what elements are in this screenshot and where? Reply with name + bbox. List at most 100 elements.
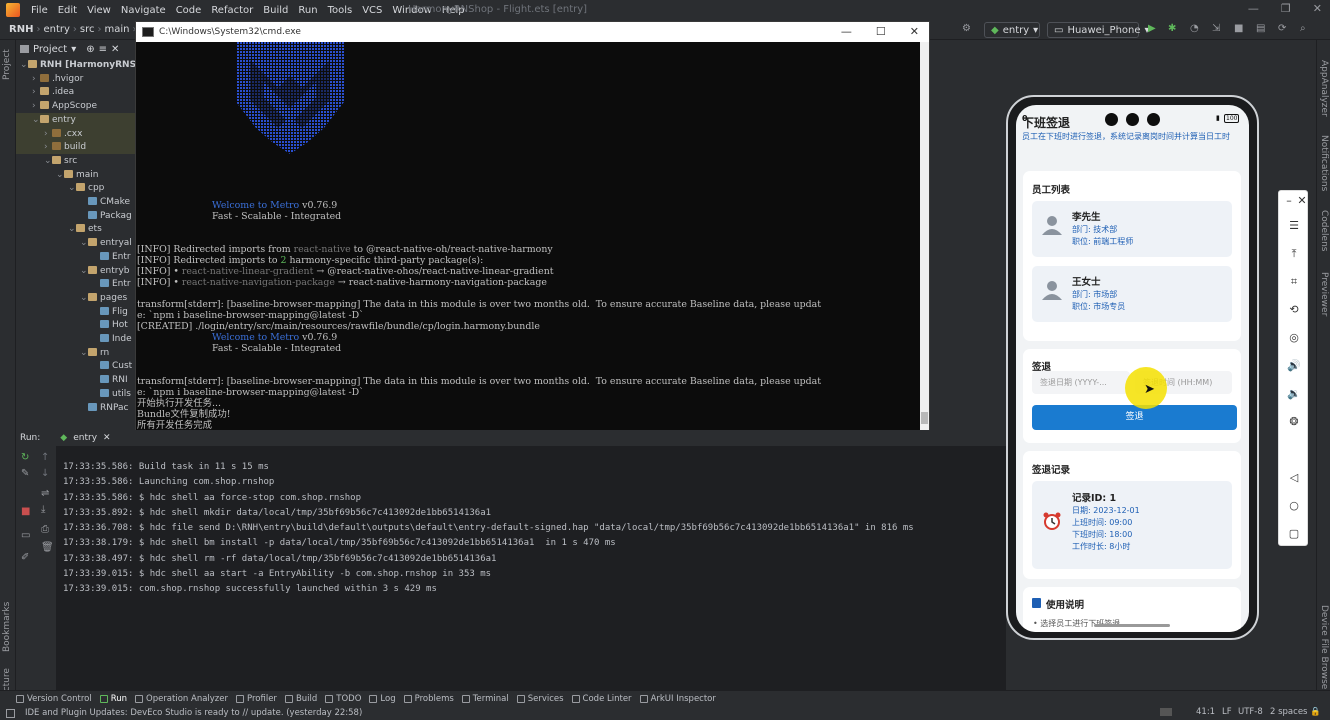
run-config-select[interactable]: ◆ entry ▾ — [984, 22, 1040, 38]
project-tree-item[interactable]: › .idea — [16, 85, 136, 99]
wrench-icon[interactable]: ✎ — [21, 468, 29, 479]
expand-arrow-icon[interactable]: › — [32, 85, 40, 99]
sign-out-button[interactable]: 签退 — [1032, 405, 1237, 430]
rotate-icon[interactable]: ⤒ — [1287, 247, 1301, 261]
expand-arrow-icon[interactable]: ⌄ — [56, 168, 64, 182]
menu-view[interactable]: View — [82, 5, 116, 16]
project-tree-item[interactable]: ⌄ main — [16, 168, 136, 182]
menu-file[interactable]: File — [26, 5, 53, 16]
project-tree-item[interactable]: RNI — [16, 373, 136, 387]
expand-arrow-icon[interactable]: › — [32, 99, 40, 113]
rerun-icon[interactable]: ↻ — [21, 452, 29, 463]
project-tree-item[interactable]: ⌄ src — [16, 154, 136, 168]
cmd-close-icon[interactable]: ✕ — [910, 25, 919, 38]
scroll-up-icon[interactable]: ↑ — [41, 452, 49, 463]
expand-arrow-icon[interactable]: ⌄ — [68, 181, 76, 195]
cursor-position[interactable]: 41:1 — [1196, 707, 1215, 717]
menu-code[interactable]: Code — [171, 5, 207, 16]
project-tree-item[interactable]: ⌄ entry — [16, 112, 136, 127]
attach-icon[interactable]: ⇲ — [1212, 23, 1220, 34]
project-tree-item[interactable]: ⌄ RNH [HarmonyRNSho — [16, 58, 136, 72]
back-icon[interactable]: ◁ — [1287, 471, 1301, 485]
device-manager-icon[interactable]: ▤ — [1256, 23, 1265, 34]
project-tree-item[interactable]: ⌄ pages — [16, 291, 136, 305]
scroll-down-icon[interactable]: ↓ — [41, 468, 49, 479]
project-tree-item[interactable]: Inde — [16, 332, 136, 346]
expand-arrow-icon[interactable]: ⌄ — [44, 154, 52, 168]
sync-icon[interactable]: ⟳ — [1278, 23, 1286, 34]
expand-arrow-icon[interactable]: ⌄ — [80, 264, 88, 278]
volume-up-icon[interactable]: 🔊 — [1287, 359, 1301, 373]
project-tree-item[interactable]: Packag — [16, 209, 136, 223]
rotate-screen-icon[interactable]: ⟲ — [1287, 303, 1301, 317]
breadcrumb-root[interactable]: RNH — [6, 24, 36, 35]
project-tree-item[interactable]: ⌄ entryb — [16, 264, 136, 278]
menu-run[interactable]: Run — [293, 5, 322, 16]
cmd-window[interactable]: C:\Windows\System32\cmd.exe — ☐ ✕ Welcom… — [135, 21, 930, 437]
expand-arrow-icon[interactable]: ⌄ — [20, 58, 28, 72]
close-icon[interactable]: ✕ — [1313, 2, 1322, 15]
tab-todo[interactable]: TODO — [325, 694, 361, 704]
expand-arrow-icon[interactable]: › — [44, 140, 52, 154]
expand-arrow-icon[interactable]: › — [44, 127, 52, 141]
employee-item[interactable]: 王女士 部门: 市场部 职位: 市场专员 — [1032, 266, 1232, 322]
project-tree-item[interactable]: Entr — [16, 250, 136, 264]
project-tree-item[interactable]: › build — [16, 140, 136, 155]
line-separator[interactable]: LF — [1222, 707, 1232, 717]
menu-navigate[interactable]: Navigate — [116, 5, 171, 16]
minimize-icon[interactable]: – — [1282, 194, 1296, 208]
project-tree-item[interactable]: Hot — [16, 318, 136, 332]
status-message[interactable]: IDE and Plugin Updates: DevEco Studio is… — [25, 708, 362, 718]
scroll-end-icon[interactable]: ⤓ — [41, 504, 45, 515]
breadcrumb-src[interactable]: src — [77, 24, 98, 35]
menu-edit[interactable]: Edit — [53, 5, 82, 16]
project-tree-item[interactable]: ⌄ cpp — [16, 181, 136, 195]
screenshot-icon[interactable]: ◎ — [1287, 331, 1301, 345]
file-encoding[interactable]: UTF-8 — [1238, 707, 1263, 717]
locate-icon[interactable]: ⊕ — [86, 44, 94, 55]
tab-log[interactable]: Log — [369, 694, 396, 704]
notifications-tool-tab[interactable]: Notifications — [1319, 135, 1329, 191]
menu-refactor[interactable]: Refactor — [206, 5, 258, 16]
close-icon[interactable]: ✕ — [1295, 194, 1309, 208]
tab-services[interactable]: Services — [516, 694, 564, 704]
expand-arrow-icon[interactable]: ⌄ — [80, 291, 88, 305]
expand-arrow-icon[interactable]: ⌄ — [68, 222, 76, 236]
cmd-scrollbar[interactable] — [920, 42, 929, 436]
settings-icon[interactable]: ⚙ — [962, 23, 971, 34]
volume-down-icon[interactable]: 🔉 — [1287, 387, 1301, 401]
tab-version-control[interactable]: Version Control — [16, 694, 92, 704]
run-icon[interactable]: ▶ — [1148, 23, 1156, 34]
run-tab-entry[interactable]: entry — [73, 433, 97, 443]
project-tree-item[interactable]: ⌄ entryal — [16, 236, 136, 250]
date-input[interactable]: 签退日期 (YYYY-... — [1032, 371, 1130, 394]
codelens-tool-tab[interactable]: Codelens — [1319, 210, 1329, 251]
close-icon[interactable]: ✕ — [111, 44, 119, 55]
project-tree-item[interactable]: Entr — [16, 277, 136, 291]
expand-arrow-icon[interactable]: ⌄ — [80, 236, 88, 250]
breadcrumb-entry[interactable]: entry — [40, 24, 72, 35]
bookmarks-tool-tab[interactable]: Bookmarks — [2, 602, 12, 652]
device-select[interactable]: ▭ Huawei_Phone ▾ — [1047, 22, 1150, 38]
project-tree-item[interactable]: › .cxx — [16, 126, 136, 141]
cmd-maximize-icon[interactable]: ☐ — [876, 25, 886, 38]
indent-setting[interactable]: 2 spaces — [1270, 707, 1307, 717]
tab-terminal[interactable]: Terminal — [461, 694, 509, 704]
stop-icon[interactable]: ■ — [21, 506, 30, 517]
expand-arrow-icon[interactable]: ⌄ — [80, 346, 88, 360]
tab-problems[interactable]: Problems — [403, 694, 454, 704]
maximize-icon[interactable]: ❐ — [1281, 2, 1291, 15]
appanalyzer-tool-tab[interactable]: AppAnalyzer — [1319, 60, 1329, 117]
trash-icon[interactable]: 🗑 — [41, 542, 54, 553]
menu-build[interactable]: Build — [258, 5, 293, 16]
expand-arrow-icon[interactable]: ⌄ — [32, 113, 40, 127]
lock-icon[interactable]: 🔒 — [1310, 707, 1321, 717]
run-tab-close-icon[interactable]: ✕ — [103, 433, 111, 443]
collapse-icon[interactable]: ≡ — [99, 44, 107, 55]
home-indicator[interactable] — [1094, 624, 1170, 627]
project-tree-item[interactable]: ⌄ rn — [16, 346, 136, 360]
layout-icon[interactable]: ▭ — [21, 530, 30, 541]
project-panel-title[interactable]: Project — [33, 44, 67, 55]
project-tree-item[interactable]: Cust — [16, 359, 136, 373]
recents-icon[interactable]: ▢ — [1287, 527, 1301, 541]
